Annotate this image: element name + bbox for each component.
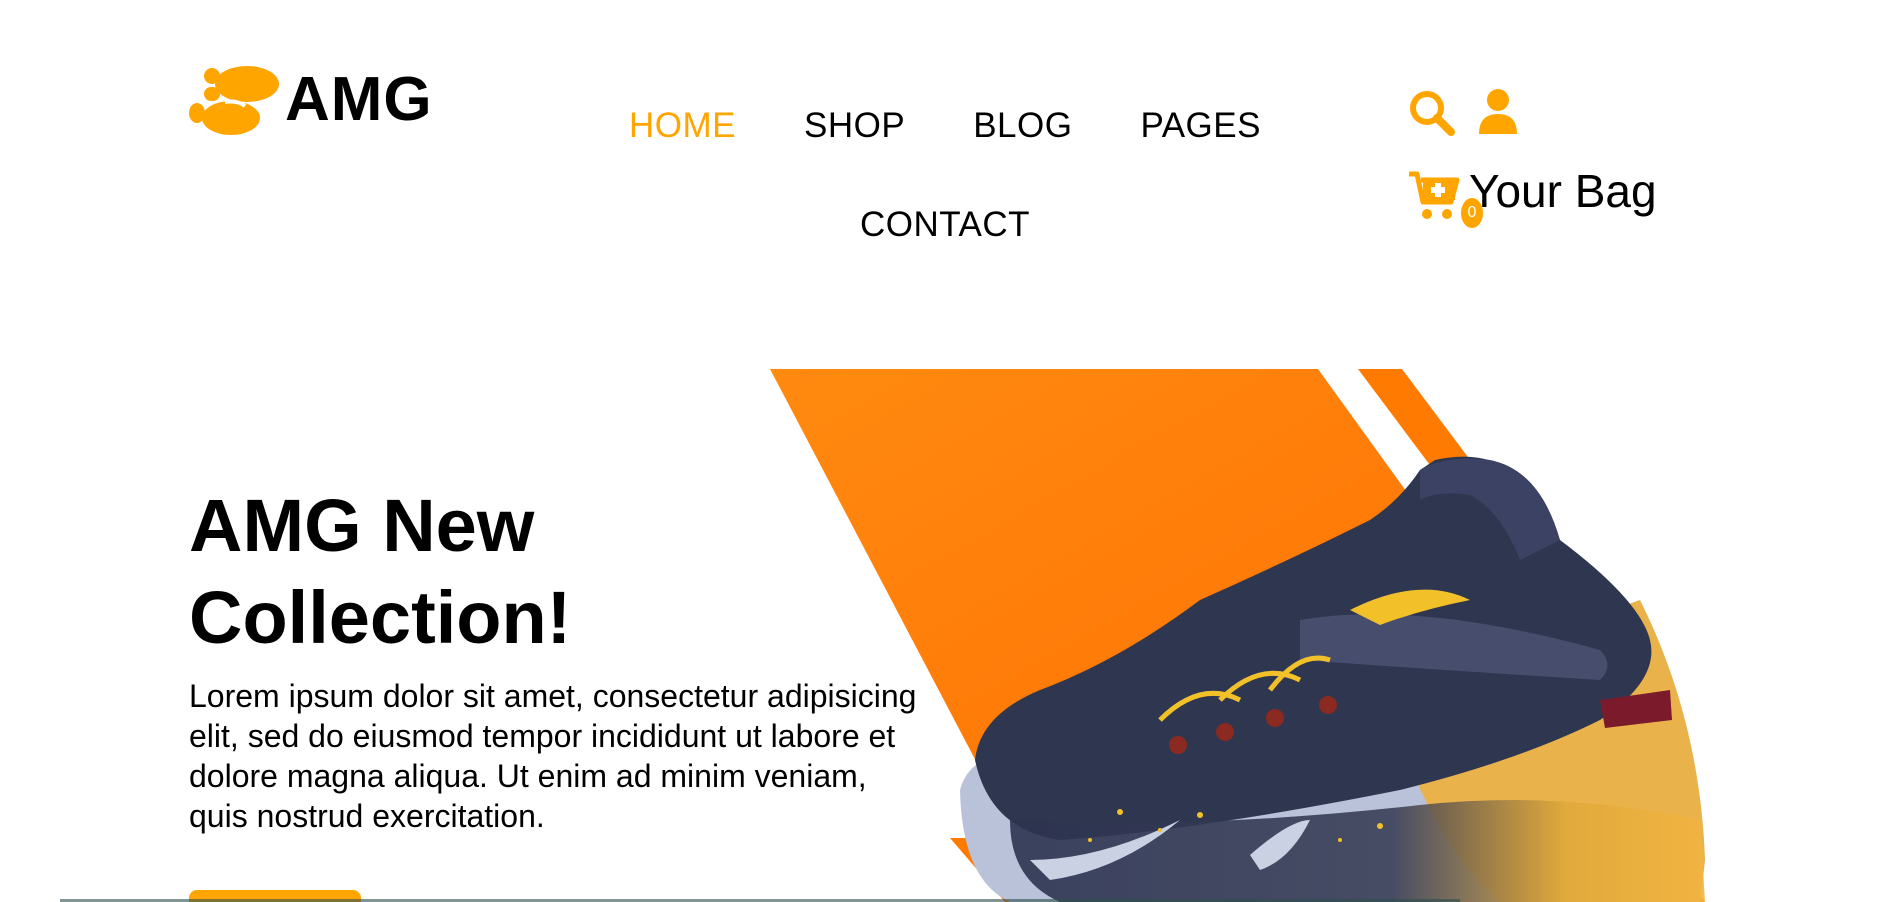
main-nav: HOME SHOP BLOG PAGES CONTACT [600, 108, 1290, 242]
hero-description: Lorem ipsum dolor sit amet, consectetur … [189, 678, 917, 834]
sneaker-image [960, 456, 1705, 902]
hero-title-line2: Collection! [189, 576, 572, 659]
nav-pages-link[interactable]: PAGES [1140, 108, 1261, 143]
search-icon[interactable] [1407, 88, 1455, 136]
hero-title: AMG New Collection! [189, 480, 749, 664]
brand-logo[interactable]: AMG [189, 62, 433, 138]
nav-contact-link[interactable]: CONTACT [860, 207, 1030, 242]
nav-home-link[interactable]: HOME [629, 108, 736, 143]
brand-name: AMG [285, 65, 433, 134]
hero-title-line1: AMG New [189, 484, 535, 567]
nav-blog-link[interactable]: BLOG [973, 108, 1072, 143]
footprints-icon [189, 66, 279, 135]
cart-plus-icon [1409, 171, 1460, 219]
nav-shop-link[interactable]: SHOP [804, 108, 905, 143]
user-icon[interactable] [1477, 88, 1519, 136]
cart-button[interactable] [1407, 168, 1463, 224]
your-bag-label[interactable]: Your Bag [1469, 168, 1657, 214]
